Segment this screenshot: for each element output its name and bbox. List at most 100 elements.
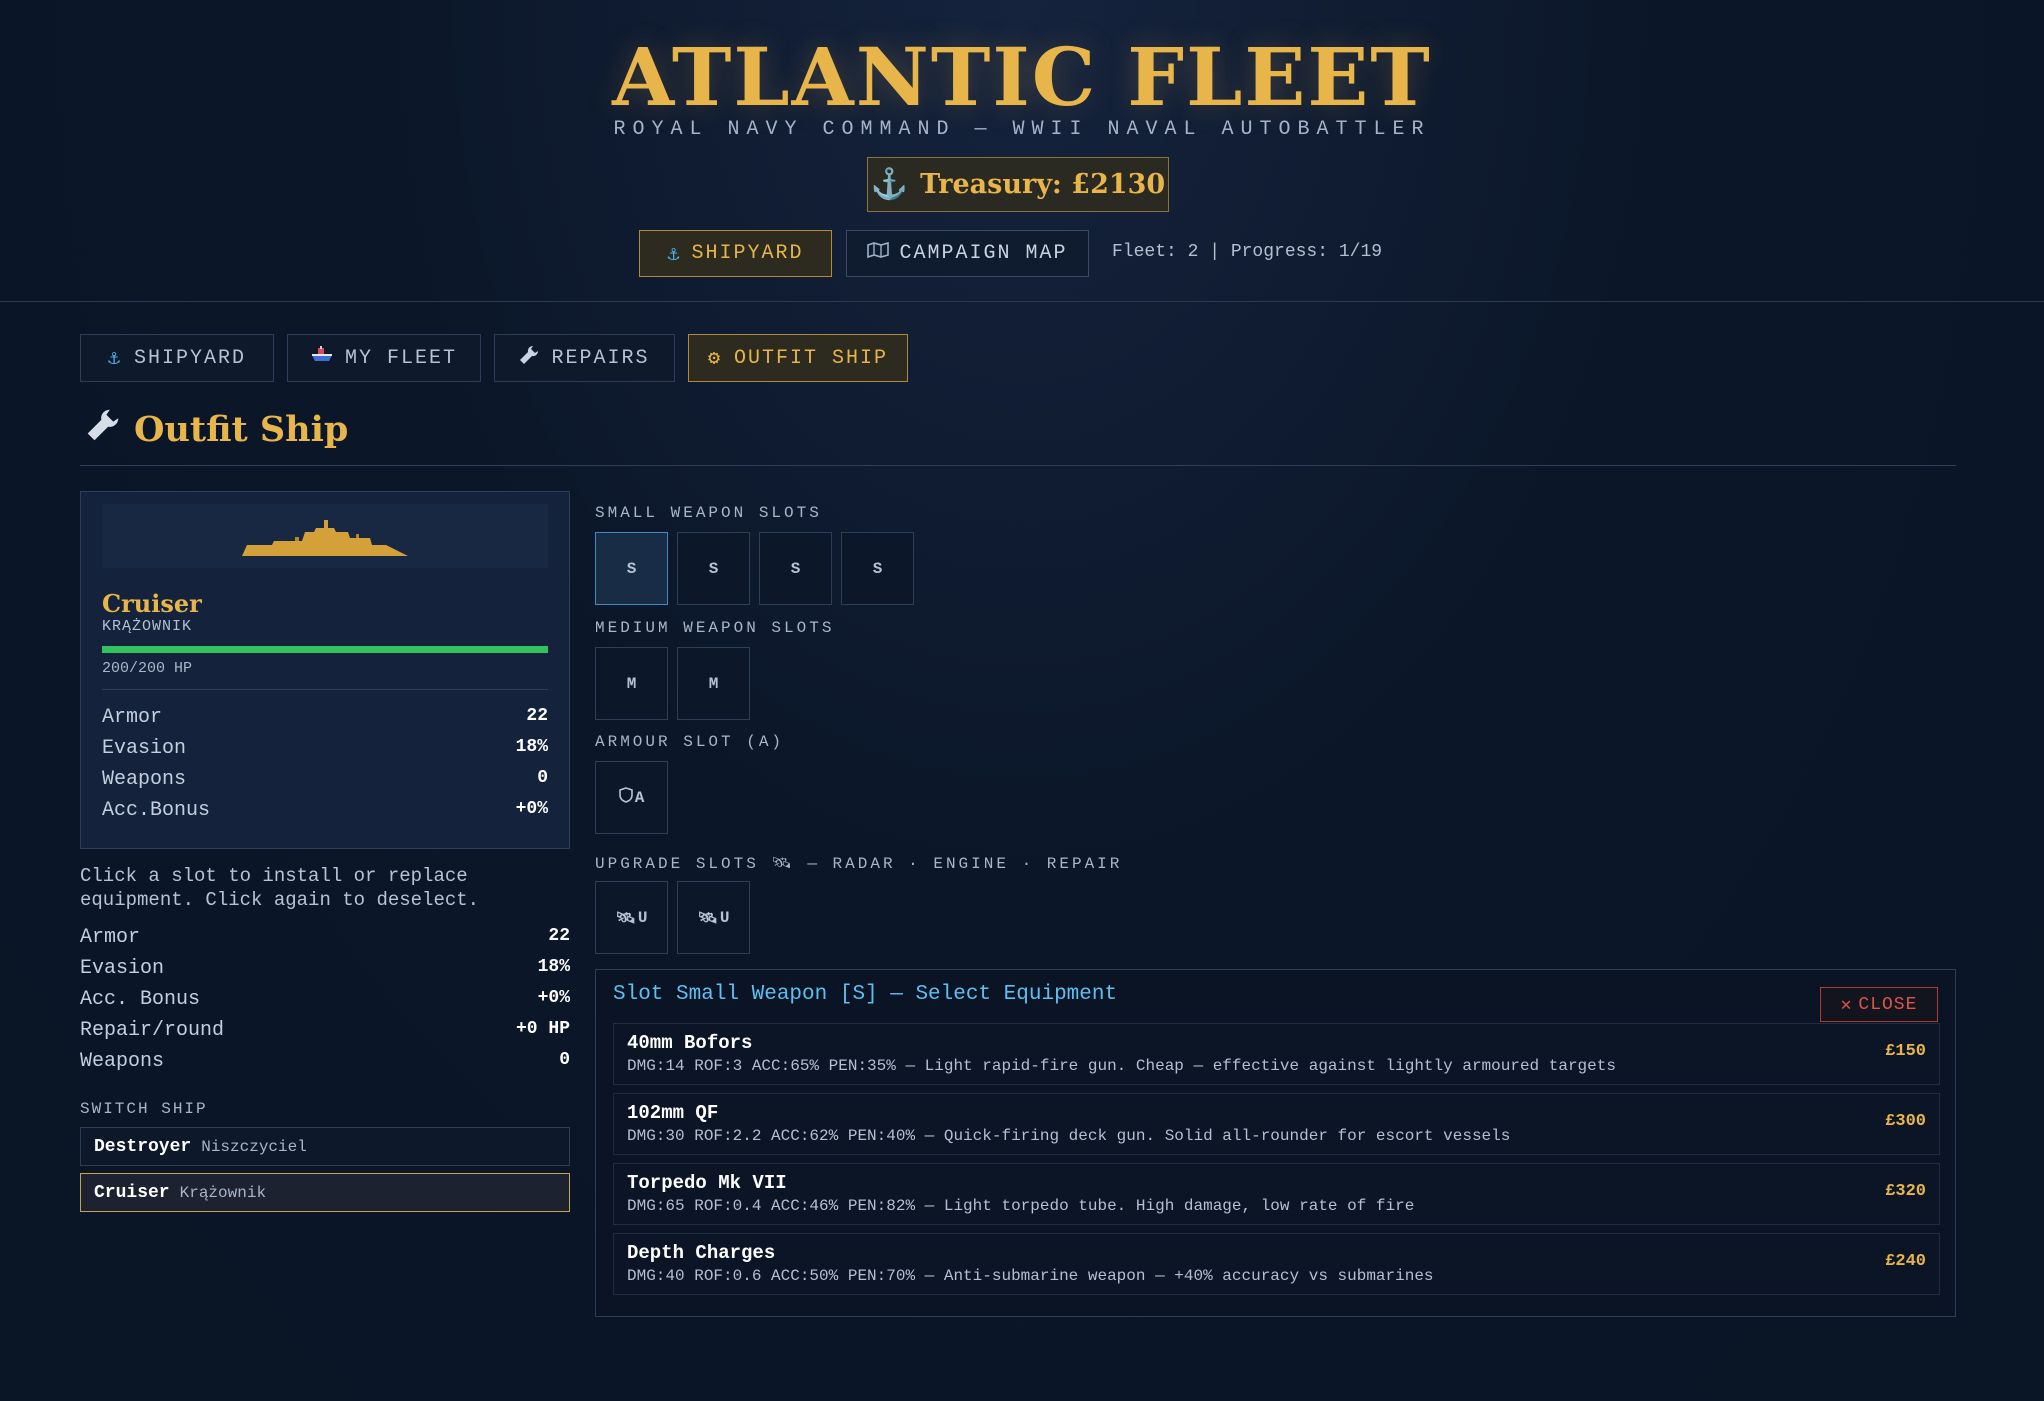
- tab-label: SHIPYARD: [134, 346, 247, 370]
- stat-value: 18%: [515, 737, 548, 757]
- close-icon: ✕: [1840, 995, 1853, 1016]
- upgrade-slot-letter: U: [719, 908, 730, 927]
- summary-repair: Repair/round +0 HP: [80, 1019, 570, 1042]
- nav-campaign-map-button[interactable]: CAMPAIGN MAP: [846, 230, 1089, 277]
- small-slot-2[interactable]: S: [677, 532, 750, 605]
- equipment-name: Depth Charges: [627, 1242, 776, 1264]
- anchor-icon: ⚓: [667, 243, 682, 267]
- equipment-price: £150: [1885, 1042, 1926, 1061]
- summary-label: Repair/round: [80, 1019, 225, 1042]
- tab-label: REPAIRS: [551, 346, 650, 370]
- equipment-price: £300: [1885, 1112, 1926, 1131]
- satellite-icon: 🛰: [615, 909, 636, 928]
- shield-icon: [618, 787, 633, 808]
- summary-label: Acc. Bonus: [80, 988, 201, 1011]
- stat-weapons: Weapons 0: [102, 768, 548, 791]
- equipment-option-102mm-qf[interactable]: 102mm QF DMG:30 ROF:2.2 ACC:62% PEN:40% …: [613, 1093, 1940, 1155]
- nav-shipyard-button[interactable]: ⚓ SHIPYARD: [639, 230, 832, 277]
- small-slot-3[interactable]: S: [759, 532, 832, 605]
- small-slots-label: SMALL WEAPON SLOTS: [595, 504, 822, 522]
- anchor-icon: ⚓: [107, 348, 123, 371]
- summary-label: Armor: [80, 926, 141, 949]
- stat-acc-bonus: Acc.Bonus +0%: [102, 799, 548, 822]
- summary-evasion: Evasion 18%: [80, 957, 570, 980]
- equipment-description: DMG:40 ROF:0.6 ACC:50% PEN:70% — Anti-su…: [627, 1267, 1434, 1285]
- ship-option-polish: Krążownik: [179, 1183, 267, 1202]
- tab-repairs[interactable]: REPAIRS: [494, 334, 675, 382]
- close-label: CLOSE: [1858, 994, 1918, 1015]
- upgrade-slot-2[interactable]: 🛰 U: [677, 881, 750, 954]
- hp-bar: [102, 646, 548, 653]
- small-slot-4[interactable]: S: [841, 532, 914, 605]
- switch-ship-cruiser[interactable]: Cruiser Krążownik: [80, 1173, 570, 1212]
- summary-value: +0 HP: [515, 1019, 570, 1039]
- equipment-name: 102mm QF: [627, 1102, 719, 1124]
- wrench-icon: [86, 408, 120, 450]
- summary-label: Weapons: [80, 1050, 165, 1073]
- tab-shipyard[interactable]: ⚓ SHIPYARD: [80, 334, 274, 382]
- section-title-text: Outfit Ship: [134, 408, 349, 450]
- tab-my-fleet[interactable]: MY FLEET: [287, 334, 481, 382]
- ship-option-polish: Niszczyciel: [201, 1137, 307, 1156]
- equipment-name: 40mm Bofors: [627, 1032, 753, 1054]
- upgrade-slot-1[interactable]: 🛰 U: [595, 881, 668, 954]
- anchor-icon: ⚓: [870, 167, 909, 202]
- stat-value: +0%: [515, 799, 548, 819]
- divider: [102, 689, 548, 690]
- game-subtitle: ROYAL NAVY COMMAND — WWII NAVAL AUTOBATT…: [613, 118, 1431, 141]
- stat-label: Weapons: [102, 768, 187, 791]
- medium-slot-1[interactable]: M: [595, 647, 668, 720]
- ship-name: Cruiser: [102, 589, 202, 618]
- summary-weapons: Weapons 0: [80, 1050, 570, 1073]
- armour-slot-letter: A: [634, 788, 645, 807]
- armour-slot[interactable]: A: [595, 761, 668, 834]
- summary-value: +0%: [537, 988, 570, 1008]
- instruction-text: Click a slot to install or replace equip…: [80, 865, 480, 911]
- game-title: ATLANTIC FLEET: [612, 30, 1432, 124]
- stat-label: Evasion: [102, 737, 187, 760]
- stat-label: Armor: [102, 706, 163, 729]
- summary-acc-bonus: Acc. Bonus +0%: [80, 988, 570, 1011]
- divider: [80, 465, 1956, 466]
- tab-label: OUTFIT SHIP: [734, 346, 889, 370]
- medium-slots-label: MEDIUM WEAPON SLOTS: [595, 619, 835, 637]
- equipment-option-depth-charges[interactable]: Depth Charges DMG:40 ROF:0.6 ACC:50% PEN…: [613, 1233, 1940, 1295]
- summary-label: Evasion: [80, 957, 165, 980]
- equipment-option-torpedo[interactable]: Torpedo Mk VII DMG:65 ROF:0.4 ACC:46% PE…: [613, 1163, 1940, 1225]
- stat-label: Acc.Bonus: [102, 799, 211, 822]
- summary-value: 0: [559, 1050, 570, 1070]
- stat-value: 22: [526, 706, 548, 726]
- small-slot-1[interactable]: S: [595, 532, 668, 605]
- header: ATLANTIC FLEET ROYAL NAVY COMMAND — WWII…: [0, 0, 2044, 302]
- summary-armor: Armor 22: [80, 926, 570, 949]
- equipment-description: DMG:65 ROF:0.4 ACC:46% PEN:82% — Light t…: [627, 1197, 1415, 1215]
- close-button[interactable]: ✕ CLOSE: [1820, 987, 1938, 1022]
- upgrade-slot-letter: U: [637, 908, 648, 927]
- equipment-price: £240: [1885, 1252, 1926, 1271]
- treasury-display: ⚓ Treasury: £2130: [867, 157, 1169, 212]
- stat-armor: Armor 22: [102, 706, 548, 729]
- equipment-panel-title: Slot Small Weapon [S] — Select Equipment: [613, 983, 1118, 1006]
- switch-ship-destroyer[interactable]: Destroyer Niszczyciel: [80, 1127, 570, 1166]
- map-icon: [867, 241, 890, 265]
- ship-icon: [311, 345, 333, 371]
- fleet-progress: Fleet: 2 | Progress: 1/19: [1112, 242, 1383, 262]
- hp-bar-fill: [102, 646, 548, 653]
- medium-slot-2[interactable]: M: [677, 647, 750, 720]
- ship-option-name: Cruiser: [94, 1182, 170, 1203]
- tab-outfit-ship[interactable]: ⚙ OUTFIT SHIP: [688, 334, 908, 382]
- stat-evasion: Evasion 18%: [102, 737, 548, 760]
- section-title: Outfit Ship: [86, 408, 348, 450]
- treasury-text: Treasury: £2130: [920, 169, 1166, 200]
- ship-card: Cruiser KRĄŻOWNIK 200/200 HP Armor 22 Ev…: [80, 491, 570, 849]
- equipment-name: Torpedo Mk VII: [627, 1172, 787, 1194]
- ship-option-name: Destroyer: [94, 1136, 192, 1157]
- summary-value: 18%: [537, 957, 570, 977]
- equipment-option-40mm-bofors[interactable]: 40mm Bofors DMG:14 ROF:3 ACC:65% PEN:35%…: [613, 1023, 1940, 1085]
- satellite-icon: 🛰: [697, 909, 718, 928]
- wrench-icon: [519, 345, 539, 372]
- hp-text: 200/200 HP: [102, 660, 193, 677]
- nav-campaign-map-label: CAMPAIGN MAP: [899, 242, 1068, 265]
- equipment-panel: Slot Small Weapon [S] — Select Equipment…: [595, 969, 1956, 1317]
- ship-image: [102, 504, 548, 568]
